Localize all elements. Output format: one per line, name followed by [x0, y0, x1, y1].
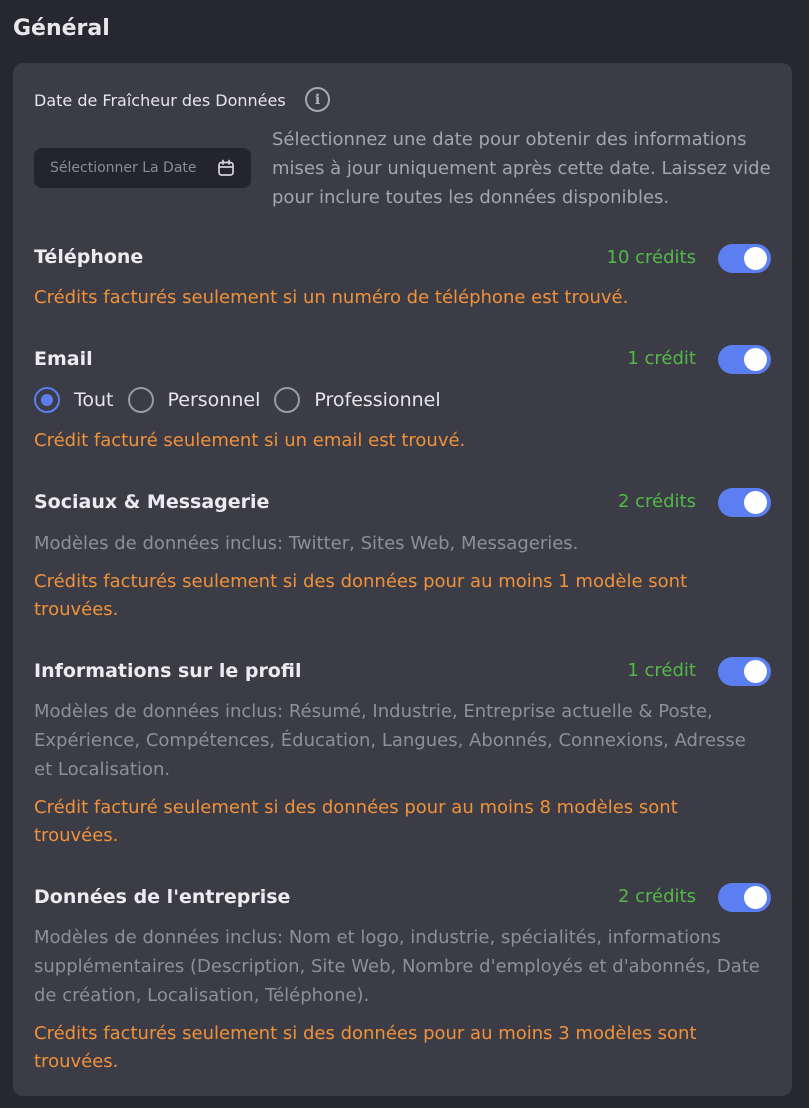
models-profile: Modèles de données inclus: Résumé, Indus… [34, 701, 746, 780]
radio-option-all[interactable]: Tout [34, 387, 114, 413]
models-company: Modèles de données inclus: Nom et logo, … [34, 927, 760, 1006]
date-freshness-label: Date de Fraîcheur des Données [34, 91, 286, 110]
option-title-email: Email [34, 348, 93, 370]
credits-email: 1 crédit [627, 348, 696, 369]
credits-phone: 10 crédits [606, 247, 696, 268]
models-social: Modèles de données inclus: Twitter, Site… [34, 533, 579, 554]
credits-profile: 1 crédit [627, 660, 696, 681]
toggle-company[interactable] [718, 883, 771, 912]
radio-option-personal[interactable]: Personnel [127, 387, 261, 413]
credits-social: 2 crédits [617, 491, 696, 512]
toggle-profile[interactable] [718, 657, 771, 686]
toggle-email[interactable] [718, 345, 771, 374]
section-title: Général [13, 16, 110, 41]
settings-card: Date de Fraîcheur des Données i Sélectio… [13, 63, 792, 1096]
toggle-knob [744, 660, 767, 683]
toggle-social[interactable] [718, 488, 771, 517]
warning-company: Crédits facturés seulement si des donnée… [34, 1023, 697, 1072]
date-help-text: Sélectionnez une date pour obtenir des i… [272, 129, 771, 208]
toggle-knob [744, 247, 767, 270]
radio-option-professional[interactable]: Professionnel [274, 387, 441, 413]
option-title-phone: Téléphone [34, 246, 144, 268]
warning-email: Crédit facturé seulement si un email est… [34, 430, 466, 451]
option-title-profile: Informations sur le profil [34, 660, 302, 682]
toggle-knob [744, 348, 767, 371]
toggle-phone[interactable] [718, 244, 771, 273]
toggle-knob [744, 886, 767, 909]
toggle-knob [744, 491, 767, 514]
date-placeholder: Sélectionner La Date [50, 160, 197, 176]
warning-phone: Crédits facturés seulement si un numéro … [34, 287, 629, 308]
radio-label: Professionnel [314, 389, 441, 411]
date-picker-input[interactable]: Sélectionner La Date [34, 148, 251, 188]
calendar-icon [218, 159, 234, 176]
option-title-social: Sociaux & Messagerie [34, 491, 270, 513]
warning-profile: Crédit facturé seulement si des données … [34, 797, 678, 846]
info-icon[interactable]: i [305, 87, 330, 112]
radio-label: Personnel [167, 389, 261, 411]
radio-unchecked-icon[interactable] [127, 387, 154, 413]
radio-checked-icon[interactable] [34, 387, 60, 413]
radio-label: Tout [74, 389, 114, 411]
warning-social: Crédits facturés seulement si des donnée… [34, 571, 688, 620]
option-title-company: Données de l'entreprise [34, 886, 291, 908]
credits-company: 2 crédits [617, 886, 696, 907]
email-type-radio-group: Tout Personnel Professionnel [34, 387, 455, 413]
radio-unchecked-icon[interactable] [274, 387, 301, 413]
